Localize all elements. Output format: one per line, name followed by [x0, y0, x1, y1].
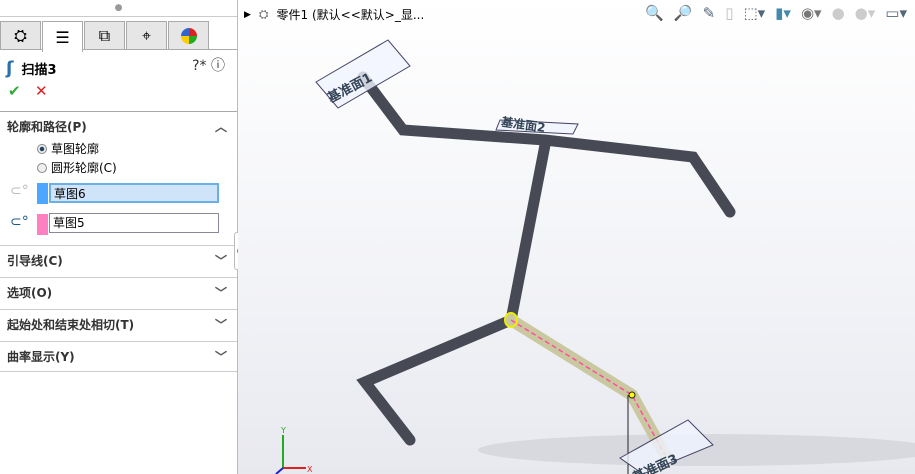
profile-color-swatch: [37, 183, 48, 204]
section-options[interactable]: 选项(O) ﹀: [0, 277, 237, 308]
tab-dimxpert-manager[interactable]: ⌖: [126, 21, 167, 49]
panel-grip[interactable]: ●: [0, 0, 237, 17]
tab-property-manager[interactable]: ☰: [42, 21, 83, 52]
x-axis-label: X: [307, 465, 313, 474]
radio-label: 草图轮廓: [51, 142, 100, 156]
section-tangency[interactable]: 起始处和结束处相切(T) ﹀: [0, 309, 237, 340]
help-icon[interactable]: ⓘ: [211, 58, 225, 74]
section-label: 引导线(C): [7, 254, 63, 268]
help-buttons: ?* ⓘ: [192, 55, 225, 75]
property-manager-panel: ● ⛭ ☰ ⧉ ⌖ ʃ 扫描3 ?* ⓘ ✔ ✕ 轮廓和路径(P) ︿ 草图轮廓 …: [0, 0, 238, 474]
radio-button-checked[interactable]: [37, 143, 47, 154]
tab-configuration-manager[interactable]: ⧉: [84, 21, 125, 49]
plane-1: 基准面1: [315, 39, 411, 109]
profile-selection-field[interactable]: 草图6: [49, 183, 219, 203]
radio-sketch-profile[interactable]: 草图轮廓: [37, 140, 99, 157]
plane-2: 基准面2: [495, 114, 579, 135]
section-label: 轮廓和路径(P): [7, 120, 87, 134]
section-guide-curves[interactable]: 引导线(C) ﹀: [0, 245, 237, 276]
sweep-icon: ʃ: [6, 57, 14, 79]
chevron-up-icon[interactable]: ︿: [215, 112, 227, 143]
feature-name: 扫描3: [21, 62, 57, 78]
ok-button[interactable]: ✔: [8, 82, 21, 100]
color-wheel-icon: [180, 27, 197, 44]
radio-label: 圆形轮廓(C): [51, 161, 117, 175]
coordinate-triad: Y X: [275, 426, 313, 474]
graphics-area[interactable]: ▶ ⛭ 零件1 (默认<<默认>_显... 🔍 🔎 ✎ ▯ ⬚▾ ▮▾ ◉▾ ●…: [238, 0, 915, 474]
section-label: 起始处和结束处相切(T): [7, 318, 135, 332]
radio-button[interactable]: [37, 162, 47, 173]
radio-circular-profile[interactable]: 圆形轮廓(C): [37, 159, 117, 176]
path-icon: ⊂°: [10, 214, 29, 230]
cancel-button[interactable]: ✕: [35, 82, 48, 100]
property-list-icon: ☰: [55, 27, 70, 47]
chevron-down-icon[interactable]: ﹀: [215, 278, 227, 309]
whats-new-icon[interactable]: ?*: [192, 58, 206, 74]
manager-tabs: ⛭ ☰ ⧉ ⌖: [0, 21, 237, 52]
path-selection-field[interactable]: 草图5: [49, 213, 219, 233]
model-viewport: 基准面1 基准面2 基准面3 Y X: [275, 39, 915, 474]
path-color-swatch: [37, 214, 48, 235]
section-curvature-display[interactable]: 曲率显示(Y) ﹀: [0, 341, 237, 372]
section-label: 选项(O): [7, 286, 53, 300]
chevron-down-icon[interactable]: ﹀: [215, 342, 227, 373]
configuration-icon: ⧉: [98, 25, 111, 45]
tab-feature-manager[interactable]: ⛭: [0, 21, 41, 49]
profile-icon: ⊂°: [10, 183, 29, 199]
y-axis-label: Y: [280, 426, 286, 435]
chevron-down-icon[interactable]: ﹀: [215, 310, 227, 341]
tab-display-manager[interactable]: [168, 21, 209, 49]
sketch-point: [628, 391, 636, 399]
section-label: 曲率显示(Y): [7, 350, 75, 364]
crosshair-icon: ⌖: [141, 25, 151, 45]
chevron-down-icon[interactable]: ﹀: [215, 246, 227, 277]
section-profile-path[interactable]: 轮廓和路径(P) ︿: [0, 111, 237, 142]
part-icon: ⛭: [14, 25, 27, 45]
